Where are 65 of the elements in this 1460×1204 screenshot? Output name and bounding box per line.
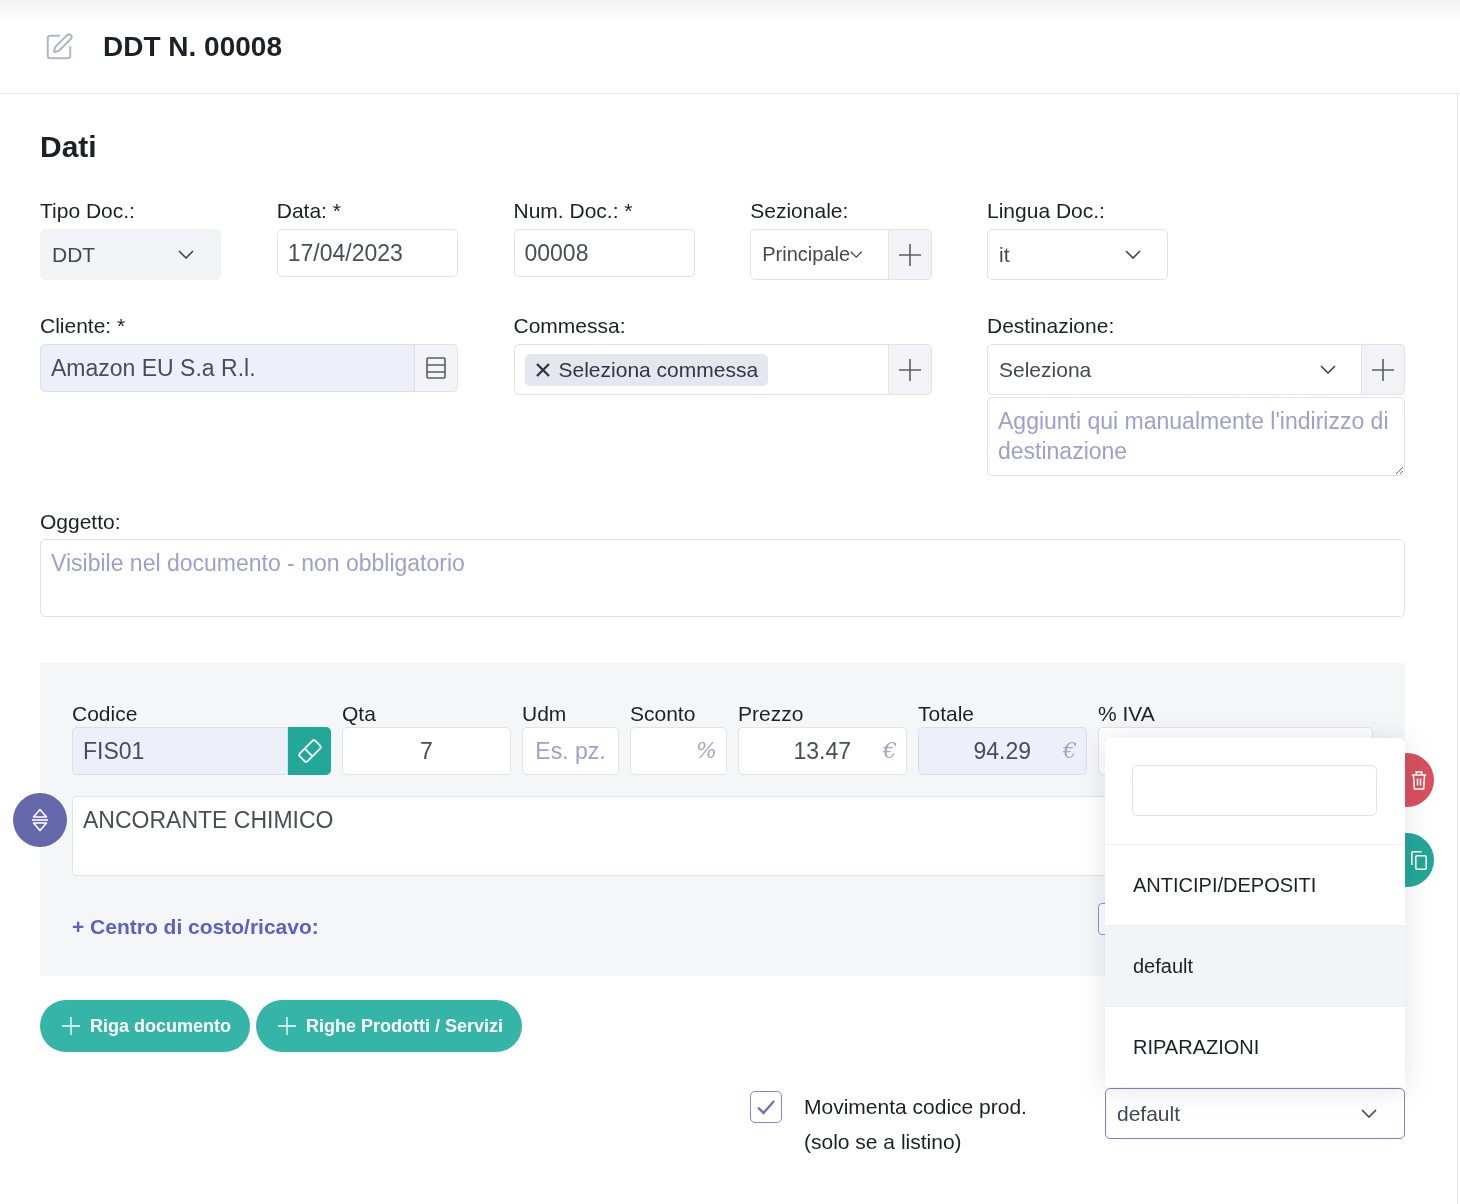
select-field[interactable]: it bbox=[987, 229, 1169, 280]
chevron-down-icon bbox=[850, 250, 863, 259]
chevron-down-icon bbox=[1361, 1109, 1377, 1118]
checkbox-label: Movimenta codice prod. (solo se a listino) bbox=[804, 1094, 1028, 1155]
section-heading: Dati bbox=[40, 129, 98, 165]
field-label: Cliente: * bbox=[40, 313, 127, 339]
dropdown-search-field[interactable] bbox=[1132, 765, 1377, 816]
address-field[interactable]: Aggiunti qui manualmente l'indirizzo di destinazione bbox=[987, 397, 1405, 476]
plus-icon bbox=[898, 243, 921, 266]
column-label: Sconto bbox=[630, 701, 697, 727]
list-button[interactable] bbox=[415, 344, 458, 392]
field-label: Data: * bbox=[276, 198, 342, 224]
plus-icon bbox=[898, 358, 921, 381]
discount-field[interactable] bbox=[630, 727, 727, 775]
dropdown-option[interactable]: ANTICIPI/DEPOSITI bbox=[1105, 844, 1405, 925]
dropdown-option[interactable]: default bbox=[1105, 925, 1405, 1006]
list-icon bbox=[426, 357, 446, 379]
field-label: Destinazione: bbox=[987, 313, 1116, 339]
percent-suffix: % bbox=[696, 738, 717, 764]
close-icon bbox=[534, 361, 551, 378]
select-field[interactable]: Seleziona bbox=[987, 344, 1362, 395]
eraser-button[interactable] bbox=[288, 727, 331, 775]
currency-suffix: € bbox=[1063, 738, 1077, 764]
field-label: Oggetto: bbox=[40, 509, 122, 535]
field-label: Lingua Doc.: bbox=[987, 198, 1106, 224]
chevron-down-icon bbox=[178, 250, 195, 259]
add-button[interactable] bbox=[1362, 344, 1405, 395]
up-down-icon bbox=[30, 808, 50, 832]
quantity-field[interactable]: 7 bbox=[342, 727, 511, 775]
checkbox[interactable] bbox=[750, 1091, 782, 1123]
field-label: Commessa: bbox=[513, 313, 627, 339]
column-label: % IVA bbox=[1098, 701, 1156, 727]
input-field[interactable]: 17/04/2023 bbox=[276, 229, 458, 277]
column-label: Totale bbox=[918, 701, 976, 727]
chevron-down-icon bbox=[1320, 365, 1336, 374]
column-label: Udm bbox=[522, 701, 568, 727]
add-button[interactable] bbox=[888, 229, 932, 280]
select-field[interactable]: default bbox=[1105, 1088, 1405, 1139]
field-label: Num. Doc.: * bbox=[513, 198, 634, 224]
check-icon bbox=[756, 1099, 776, 1115]
column-label: Codice bbox=[72, 701, 139, 727]
column-label: Qta bbox=[342, 701, 377, 727]
add-button[interactable] bbox=[888, 344, 932, 395]
select-field[interactable]: Principale bbox=[750, 229, 889, 280]
unit-field[interactable]: Es. pz. bbox=[522, 727, 619, 775]
edit-icon bbox=[44, 31, 74, 62]
field-label: Tipo Doc.: bbox=[40, 198, 136, 224]
tags-field[interactable]: Seleziona commessa bbox=[513, 344, 889, 395]
plus-icon bbox=[278, 1017, 296, 1035]
cost-center-link[interactable]: + Centro di costo/ricavo: bbox=[72, 914, 319, 940]
copy-icon bbox=[1411, 850, 1427, 870]
document-title: DDT N. 00008 bbox=[103, 29, 282, 64]
column-label: Prezzo bbox=[738, 701, 805, 727]
input-field[interactable]: 00008 bbox=[513, 229, 695, 277]
plus-icon bbox=[1372, 358, 1394, 381]
field-label: Sezionale: bbox=[750, 198, 850, 224]
trash-icon bbox=[1411, 770, 1427, 790]
plus-icon bbox=[62, 1017, 80, 1035]
eraser-icon bbox=[296, 738, 323, 764]
reorder-button[interactable] bbox=[13, 793, 67, 847]
currency-suffix: € bbox=[883, 738, 897, 764]
subject-field[interactable]: Visibile nel documento - non obbligatorio bbox=[40, 539, 1405, 617]
dropdown-option[interactable]: RIPARAZIONI bbox=[1105, 1006, 1405, 1087]
chevron-down-icon bbox=[1125, 250, 1142, 259]
selection-tag[interactable]: Seleziona commessa bbox=[524, 353, 769, 386]
